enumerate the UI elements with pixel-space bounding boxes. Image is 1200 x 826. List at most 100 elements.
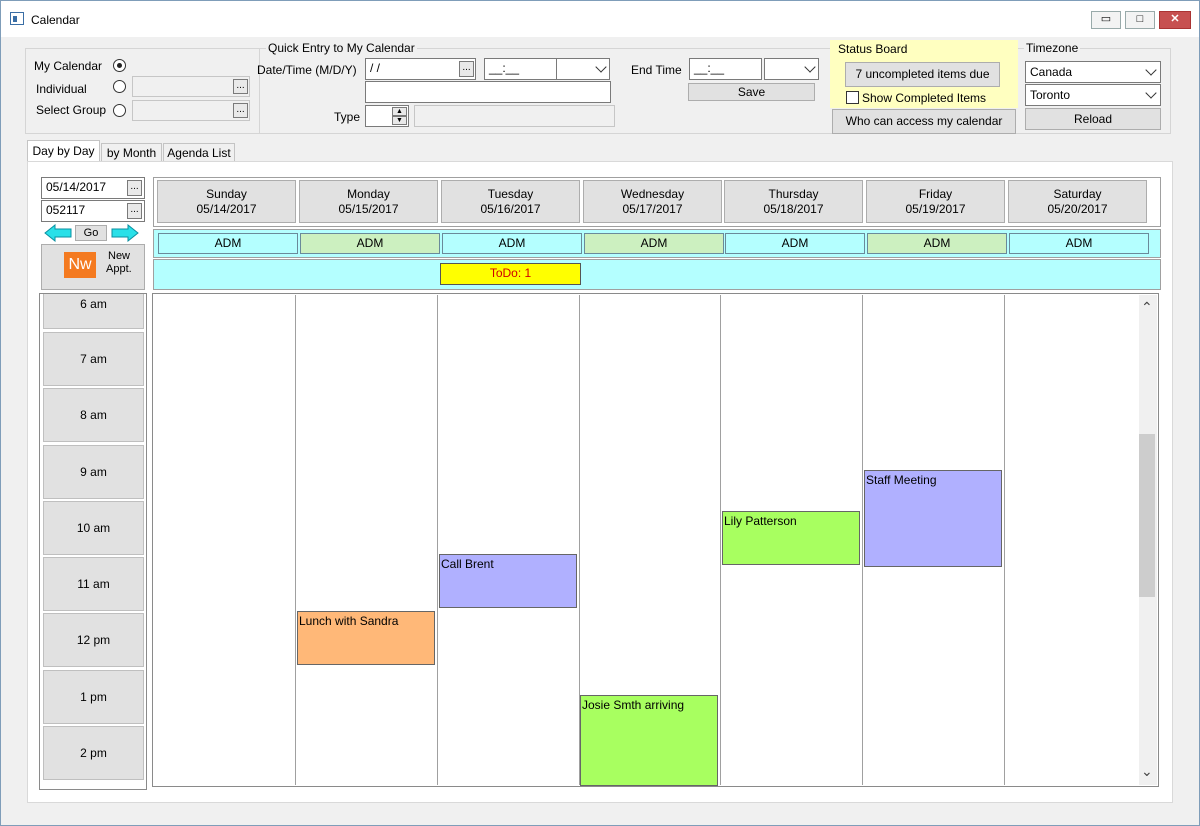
previous-week-arrow-icon[interactable] bbox=[44, 224, 72, 242]
select-group-label: Select Group bbox=[36, 103, 107, 117]
day-header-saturday[interactable]: Saturday 05/20/2017 bbox=[1008, 180, 1147, 223]
time-slot[interactable]: 12 pm bbox=[43, 613, 144, 667]
restore-button[interactable]: □ bbox=[1125, 11, 1155, 29]
adm-wednesday[interactable]: ADM bbox=[584, 233, 724, 254]
uncompleted-items-button[interactable]: 7 uncompleted items due bbox=[845, 62, 1000, 87]
day-header-tuesday[interactable]: Tuesday 05/16/2017 bbox=[441, 180, 580, 223]
day-name: Thursday bbox=[768, 187, 819, 201]
new-label: New bbox=[108, 250, 131, 262]
day-name: Tuesday bbox=[487, 187, 534, 201]
window-title: Calendar bbox=[31, 13, 80, 27]
day-header-friday[interactable]: Friday 05/19/2017 bbox=[866, 180, 1005, 223]
individual-label: Individual bbox=[36, 82, 87, 96]
adm-saturday[interactable]: ADM bbox=[1009, 233, 1149, 254]
day-name: Monday bbox=[347, 187, 390, 201]
appt-label: Appt. bbox=[106, 263, 132, 275]
day-header-thursday[interactable]: Thursday 05/18/2017 bbox=[724, 180, 863, 223]
adm-monday[interactable]: ADM bbox=[300, 233, 440, 254]
time-slot[interactable]: 11 am bbox=[43, 557, 144, 611]
day-header-wednesday[interactable]: Wednesday 05/17/2017 bbox=[583, 180, 722, 223]
divider bbox=[437, 295, 438, 785]
day-header-sunday[interactable]: Sunday 05/14/2017 bbox=[157, 180, 296, 223]
next-week-arrow-icon[interactable] bbox=[111, 224, 139, 242]
time-slot[interactable]: 9 am bbox=[43, 445, 144, 499]
date-picker-button[interactable]: ... bbox=[459, 61, 474, 77]
scroll-down-icon[interactable]: ⌄ bbox=[1141, 763, 1153, 780]
todo-row bbox=[153, 259, 1161, 290]
my-calendar-label: My Calendar bbox=[34, 59, 103, 73]
day-name: Wednesday bbox=[620, 187, 685, 201]
time-slot[interactable]: 10 am bbox=[43, 501, 144, 555]
adm-thursday[interactable]: ADM bbox=[725, 233, 865, 254]
start-time-input[interactable]: __:__ bbox=[484, 58, 610, 80]
chevron-down-icon bbox=[595, 61, 607, 73]
spin-down-icon[interactable]: ▼ bbox=[392, 116, 407, 125]
individual-browse-button[interactable]: ... bbox=[233, 79, 248, 94]
save-button[interactable]: Save bbox=[688, 83, 815, 101]
datetime-label: Date/Time (M/D/Y) bbox=[257, 63, 357, 77]
time-column: 6 am 7 am 8 am 9 am 10 am 11 am 12 pm 1 … bbox=[39, 293, 147, 790]
appointment-call-brent[interactable]: Call Brent bbox=[439, 554, 577, 608]
go-button[interactable]: Go bbox=[75, 225, 107, 241]
appointment-josie-arriving[interactable]: Josie Smth arriving bbox=[580, 695, 718, 786]
status-board-title: Status Board bbox=[838, 42, 908, 56]
appointment-lily-patterson[interactable]: Lily Patterson bbox=[722, 511, 860, 565]
calendar-window: Calendar ▭ □ ✕ My Calendar Individual ..… bbox=[0, 0, 1200, 826]
adm-friday[interactable]: ADM bbox=[867, 233, 1007, 254]
timezone-city-select[interactable]: Toronto bbox=[1025, 84, 1161, 106]
date-picker-button[interactable]: ... bbox=[127, 180, 142, 196]
close-button[interactable]: ✕ bbox=[1159, 11, 1191, 29]
divider bbox=[259, 48, 260, 134]
adm-sunday[interactable]: ADM bbox=[158, 233, 298, 254]
app-icon bbox=[10, 12, 24, 25]
minimize-button[interactable]: ▭ bbox=[1091, 11, 1121, 29]
my-calendar-radio[interactable] bbox=[113, 59, 126, 72]
show-completed-label: Show Completed Items bbox=[862, 91, 987, 105]
title-bar: Calendar ▭ □ ✕ bbox=[1, 1, 1199, 37]
timezone-country-select[interactable]: Canada bbox=[1025, 61, 1161, 83]
divider bbox=[720, 295, 721, 785]
reload-button[interactable]: Reload bbox=[1025, 108, 1161, 130]
adm-tuesday[interactable]: ADM bbox=[442, 233, 582, 254]
time-slot[interactable]: 7 am bbox=[43, 332, 144, 386]
type-label: Type bbox=[334, 110, 361, 124]
day-date: 05/14/2017 bbox=[196, 202, 257, 216]
spin-up-icon[interactable]: ▲ bbox=[392, 107, 407, 116]
new-appointment-button[interactable]: Nw New Appt. bbox=[41, 244, 145, 290]
divider bbox=[295, 295, 296, 785]
time-slot[interactable]: 1 pm bbox=[43, 670, 144, 724]
tab-agenda-list[interactable]: Agenda List bbox=[163, 143, 235, 162]
end-time-input[interactable]: __:__ bbox=[689, 58, 762, 80]
time-slot[interactable]: 6 am bbox=[43, 294, 144, 329]
day-name: Saturday bbox=[1053, 187, 1102, 201]
type-description-field bbox=[414, 105, 615, 127]
todo-badge[interactable]: ToDo: 1 bbox=[440, 263, 581, 285]
appointment-staff-meeting[interactable]: Staff Meeting bbox=[864, 470, 1002, 567]
description-input[interactable] bbox=[365, 81, 611, 103]
time-slot[interactable]: 8 am bbox=[43, 388, 144, 442]
scroll-up-icon[interactable]: ⌃ bbox=[1141, 299, 1153, 316]
day-date: 05/16/2017 bbox=[480, 202, 541, 216]
day-date: 05/15/2017 bbox=[338, 202, 399, 216]
day-date: 05/18/2017 bbox=[763, 202, 824, 216]
appointment-lunch-with-sandra[interactable]: Lunch with Sandra bbox=[297, 611, 435, 665]
quick-entry-title: Quick Entry to My Calendar bbox=[266, 41, 417, 55]
timezone-title: Timezone bbox=[1024, 41, 1081, 55]
end-time-label: End Time bbox=[631, 63, 682, 77]
day-header-monday[interactable]: Monday 05/15/2017 bbox=[299, 180, 438, 223]
group-browse-button[interactable]: ... bbox=[233, 103, 248, 118]
end-time-dropdown[interactable] bbox=[764, 58, 819, 80]
select-group-radio[interactable] bbox=[113, 104, 126, 117]
chevron-down-icon bbox=[804, 61, 816, 73]
time-slot[interactable]: 2 pm bbox=[43, 726, 144, 780]
tab-day-by-day[interactable]: Day by Day bbox=[27, 140, 100, 162]
show-completed-checkbox[interactable] bbox=[846, 91, 859, 104]
scrollbar-thumb[interactable] bbox=[1139, 434, 1155, 597]
code-browse-button[interactable]: ... bbox=[127, 203, 142, 219]
divider bbox=[1004, 295, 1005, 785]
day-name: Sunday bbox=[206, 187, 247, 201]
tab-by-month[interactable]: by Month bbox=[101, 143, 162, 162]
calendar-access-button[interactable]: Who can access my calendar bbox=[832, 109, 1016, 134]
individual-radio[interactable] bbox=[113, 80, 126, 93]
new-appointment-icon: Nw bbox=[64, 252, 96, 278]
